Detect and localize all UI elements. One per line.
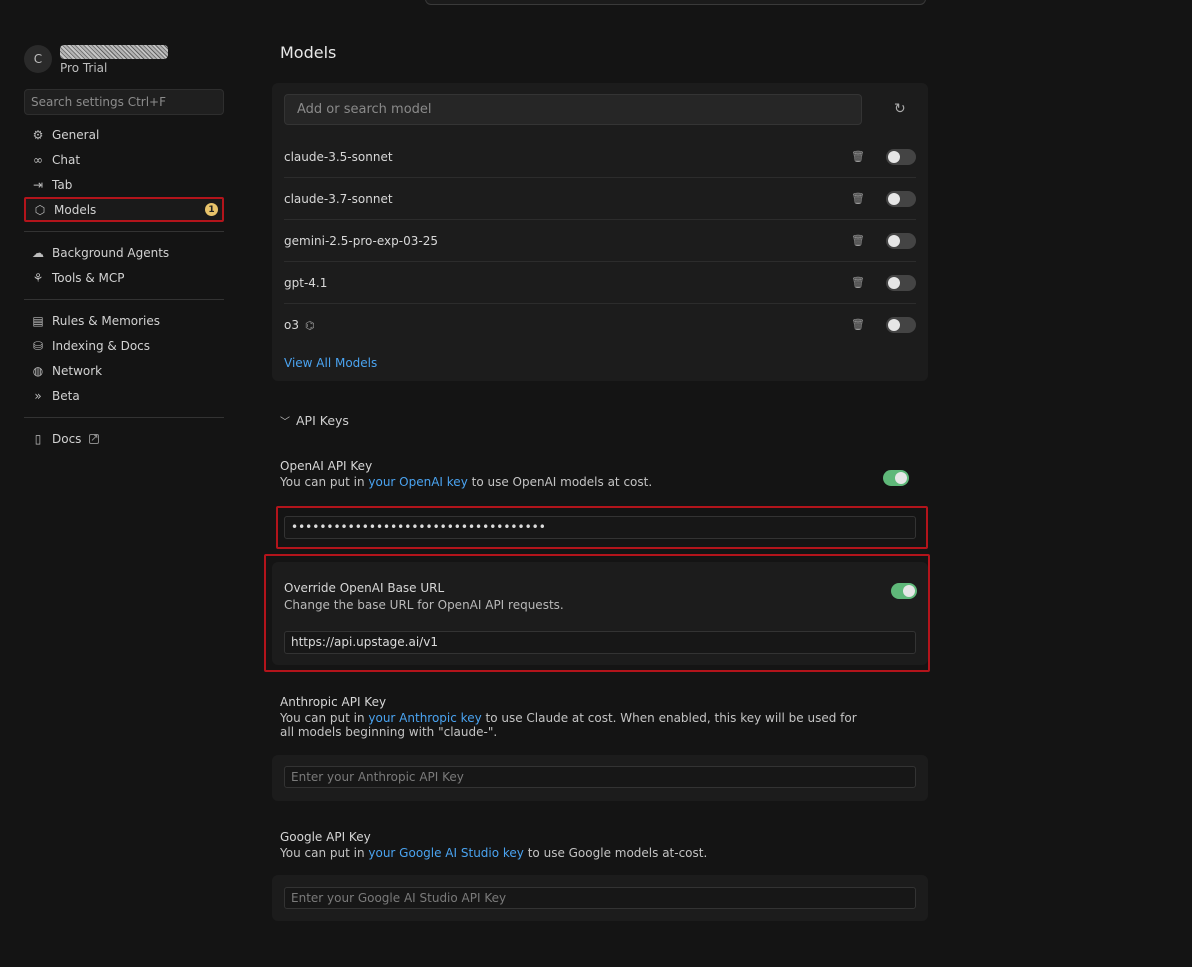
- model-row: gemini-2.5-pro-exp-03-25 🗑: [284, 220, 916, 262]
- google-key-input[interactable]: Enter your Google AI Studio API Key: [284, 887, 916, 909]
- model-row: claude-3.7-sonnet 🗑: [284, 178, 916, 220]
- external-link-icon: ↗: [89, 433, 100, 444]
- model-toggle[interactable]: [886, 149, 916, 165]
- api-keys-section-toggle[interactable]: ﹀ API Keys: [280, 413, 349, 428]
- sidebar-item-label: Network: [52, 363, 103, 378]
- sidebar-divider: [24, 231, 224, 232]
- google-key-description: You can put in your Google AI Studio key…: [280, 846, 708, 860]
- page-title: Models: [280, 43, 337, 62]
- gear-icon: ⚙: [32, 127, 44, 142]
- sidebar-item-label: Rules & Memories: [52, 313, 161, 328]
- openai-key-toggle[interactable]: [883, 470, 909, 486]
- infinity-icon: ∞: [33, 152, 43, 167]
- anthropic-key-input[interactable]: Enter your Anthropic API Key: [284, 766, 916, 788]
- cloud-icon: ☁: [32, 245, 44, 260]
- sidebar-item-general[interactable]: ⚙ General: [24, 122, 224, 147]
- model-name: gemini-2.5-pro-exp-03-25: [284, 233, 438, 248]
- cube-icon: ⬡: [34, 202, 46, 217]
- sidebar-item-label: Tab: [52, 177, 73, 192]
- override-url-description: Change the base URL for OpenAI API reque…: [284, 598, 564, 612]
- openai-key-label: OpenAI API Key: [280, 459, 373, 473]
- trash-icon[interactable]: 🗑: [851, 234, 865, 247]
- anthropic-key-box: Enter your Anthropic API Key: [272, 755, 928, 801]
- trash-icon[interactable]: 🗑: [851, 150, 865, 163]
- sidebar-item-rules-memories[interactable]: ▤ Rules & Memories: [24, 308, 224, 333]
- sidebar-item-network[interactable]: ◍ Network: [24, 358, 224, 383]
- override-url-label: Override OpenAI Base URL: [284, 581, 445, 595]
- sidebar-item-label: Models: [54, 202, 97, 217]
- profile-name-redacted: [60, 45, 168, 59]
- sidebar-nav: ⚙ General ∞ Chat ⇥ Tab ⬡ Models 1 ☁ Background Age…: [24, 122, 224, 451]
- profile[interactable]: C Pro Trial: [24, 40, 224, 78]
- sidebar-divider: [24, 299, 224, 300]
- openai-key-description: You can put in your OpenAI key to use Op…: [280, 475, 653, 489]
- sidebar-item-indexing-docs[interactable]: ⛁ Indexing & Docs: [24, 333, 224, 358]
- trash-icon[interactable]: 🗑: [851, 192, 865, 205]
- sidebar-item-docs[interactable]: ▯ Docs ↗: [24, 426, 224, 451]
- sidebar-item-label: Beta: [52, 388, 80, 403]
- openai-key-input[interactable]: ••••••••••••••••••••••••••••••••••••: [284, 516, 916, 539]
- sidebar-item-label: Background Agents: [52, 245, 170, 260]
- settings-sidebar: C Pro Trial Search settings Ctrl+F ⚙ Gene…: [24, 40, 224, 451]
- profile-plan: Pro Trial: [60, 61, 108, 75]
- avatar: C: [24, 45, 52, 73]
- sidebar-item-models[interactable]: ⬡ Models 1: [24, 197, 224, 222]
- model-row: claude-3.5-sonnet 🗑: [284, 136, 916, 178]
- double-chevron-icon: »: [34, 388, 42, 403]
- anthropic-key-label: Anthropic API Key: [280, 695, 387, 709]
- view-all-models-link[interactable]: View All Models: [284, 356, 377, 370]
- trash-icon[interactable]: 🗑: [851, 276, 865, 289]
- sidebar-item-tab[interactable]: ⇥ Tab: [24, 172, 224, 197]
- openai-key-link[interactable]: your OpenAI key: [368, 475, 467, 489]
- model-name: gpt-4.1: [284, 275, 328, 290]
- model-name: claude-3.5-sonnet: [284, 149, 393, 164]
- sidebar-item-tools-mcp[interactable]: ⚘ Tools & MCP: [24, 265, 224, 290]
- sidebar-item-label: Indexing & Docs: [52, 338, 151, 353]
- model-row: o3 ⌬ 🗑: [284, 304, 916, 346]
- globe-icon: ◍: [32, 363, 44, 378]
- sidebar-item-chat[interactable]: ∞ Chat: [24, 147, 224, 172]
- model-name: o3: [284, 318, 299, 332]
- override-url-toggle[interactable]: [891, 583, 917, 599]
- sidebar-item-label: Chat: [52, 152, 81, 167]
- model-toggle[interactable]: [886, 275, 916, 291]
- sidebar-divider: [24, 417, 224, 418]
- clipboard-icon: ▤: [32, 313, 44, 328]
- google-key-box: Enter your Google AI Studio API Key: [272, 875, 928, 921]
- top-search-bar[interactable]: [425, 0, 926, 5]
- sidebar-item-beta[interactable]: » Beta: [24, 383, 224, 408]
- override-url-input[interactable]: https://api.upstage.ai/v1: [284, 631, 916, 654]
- sidebar-item-label: Tools & MCP: [52, 270, 125, 285]
- api-keys-heading: API Keys: [296, 413, 349, 428]
- book-icon: ▯: [34, 431, 42, 446]
- anthropic-key-link[interactable]: your Anthropic key: [368, 711, 481, 725]
- brain-icon: ⌬: [304, 318, 315, 332]
- google-key-link[interactable]: your Google AI Studio key: [368, 846, 524, 860]
- google-key-label: Google API Key: [280, 830, 371, 844]
- anthropic-key-description: You can put in your Anthropic key to use…: [280, 711, 857, 739]
- model-search-input[interactable]: Add or search model: [284, 94, 862, 125]
- sidebar-item-label: Docs: [52, 431, 82, 446]
- database-icon: ⛁: [32, 338, 44, 353]
- sidebar-item-background-agents[interactable]: ☁ Background Agents: [24, 240, 224, 265]
- sidebar-item-label: General: [52, 127, 100, 142]
- settings-search-input[interactable]: Search settings Ctrl+F: [24, 89, 224, 115]
- model-name: claude-3.7-sonnet: [284, 191, 393, 206]
- trash-icon[interactable]: 🗑: [851, 318, 865, 331]
- override-url-box: Override OpenAI Base URL Change the base…: [272, 562, 928, 665]
- model-toggle[interactable]: [886, 191, 916, 207]
- chevron-down-icon: ﹀: [280, 417, 290, 428]
- models-card: Add or search model ↻ claude-3.5-sonnet 🗑…: [272, 83, 928, 381]
- refresh-icon[interactable]: ↻: [894, 101, 906, 117]
- model-toggle[interactable]: [886, 317, 916, 333]
- model-row: gpt-4.1 🗑: [284, 262, 916, 304]
- nodes-icon: ⚘: [32, 270, 44, 285]
- notification-badge: 1: [205, 203, 218, 216]
- arrow-right-icon: ⇥: [32, 177, 44, 192]
- model-toggle[interactable]: [886, 233, 916, 249]
